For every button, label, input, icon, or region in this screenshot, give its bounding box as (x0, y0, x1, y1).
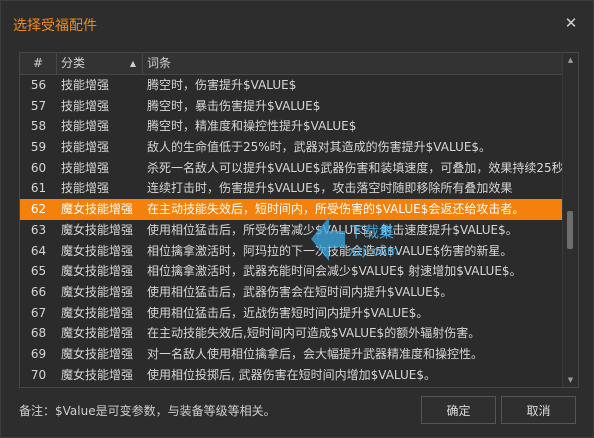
row-category: 魔女技能增强 (61, 367, 134, 382)
scroll-up-icon[interactable]: ▲ (563, 53, 578, 67)
table-row[interactable]: 58 技能增强 腾空时，精准度和操控性提升$VALUE$ (20, 116, 562, 137)
table-row[interactable]: 62 魔女技能增强 在主动技能失效后，短时间内，所受伤害的$VALUE$会返还给攻击… (20, 199, 562, 220)
footer-note: 备注：$Value是可变参数，与装备等级等相关。 (19, 404, 276, 418)
cancel-button[interactable]: 取消 (501, 396, 576, 424)
row-category: 技能增强 (61, 160, 110, 175)
row-category: 技能增强 (61, 78, 110, 92)
row-desc: 相位擒拿激活时，阿玛拉的下一次技能会造成$VALUE$伤害的新星。 (147, 243, 513, 258)
row-desc: 腾空时，精准度和操控性提升$VALUE$ (147, 119, 357, 134)
row-category: 魔女技能增强 (61, 264, 134, 279)
row-category: 魔女技能增强 (61, 202, 134, 217)
row-desc: 使用相位猛击后，近战伤害短时间内提升$VALUE$。 (147, 305, 429, 320)
row-num: 61 (30, 181, 47, 196)
row-num: 68 (30, 326, 47, 341)
table-header: # 分类 ▲ 词条 (20, 53, 562, 75)
table-row[interactable]: 56 技能增强 腾空时，伤害提升$VALUE$ (20, 75, 562, 96)
row-category: 技能增强 (61, 119, 110, 134)
table-body: 56 技能增强 腾空时，伤害提升$VALUE$ 57 技能增强 腾空时，暴击伤害提升$VA… (20, 75, 562, 387)
table-row[interactable]: 67 魔女技能增强 使用相位猛击后，近战伤害短时间内提升$VALUE$。 (20, 303, 562, 324)
row-category: 魔女技能增强 (61, 284, 134, 299)
scrollbar-thumb[interactable] (567, 211, 573, 249)
sort-ascending-icon: ▲ (129, 59, 136, 68)
ok-button[interactable]: 确定 (421, 396, 496, 424)
row-desc: 对一名敌人使用相位擒拿后，会大幅提升武器精准度和操控性。 (147, 346, 484, 361)
column-header-desc[interactable]: 词条 (143, 53, 562, 74)
row-desc: 使用相位猛击后，所受伤害减少$VALUE$，射击速度提升$VALUE$。 (147, 222, 518, 237)
row-category: 魔女技能增强 (61, 243, 134, 258)
row-desc: 腾空时，伤害提升$VALUE$ (147, 78, 297, 92)
affix-table: # 分类 ▲ 词条 56 技能增强 腾空时，伤害提升$VALUE$ 57 技能增强 腾空时… (19, 52, 579, 388)
column-header-num[interactable]: # (20, 53, 57, 74)
row-num: 57 (30, 98, 47, 113)
table-row[interactable]: 64 魔女技能增强 相位擒拿激活时，阿玛拉的下一次技能会造成$VALUE$伤害的新星… (20, 241, 562, 262)
row-desc: 在主动技能失效后,短时间内可造成$VALUE$的额外辐射伤害。 (147, 326, 481, 341)
row-desc: 使用相位投掷后, 武器伤害在短时间内增加$VALUE$。 (147, 367, 437, 382)
row-num: 67 (30, 305, 47, 320)
dialog-title: 选择受福配件 (13, 18, 97, 34)
row-desc: 连续打击时，伤害提升$VALUE$，攻击落空时随即移除所有叠加效果 (147, 181, 513, 196)
table-row[interactable]: 69 魔女技能增强 对一名敌人使用相位擒拿后，会大幅提升武器精准度和操控性。 (20, 344, 562, 365)
table-row[interactable]: 65 魔女技能增强 相位擒拿激活时，武器充能时间会减少$VALUE$ 射速增加$VA… (20, 261, 562, 282)
row-desc: 在主动技能失效后，短时间内，所受伤害的$VALUE$会返还给攻击者。 (147, 202, 525, 217)
title-bar: 选择受福配件 ✕ (1, 1, 593, 45)
row-num: 59 (30, 140, 47, 155)
row-desc: 杀死一名敌人可以提升$VALUE$武器伤害和装填速度，可叠加，效果持续25秒 (147, 160, 562, 175)
table-row[interactable]: 68 魔女技能增强 在主动技能失效后,短时间内可造成$VALUE$的额外辐射伤害。 (20, 323, 562, 344)
row-num: 58 (30, 119, 47, 134)
column-header-category-label: 分类 (61, 56, 86, 70)
row-num: 56 (30, 78, 47, 92)
row-num: 62 (30, 202, 47, 217)
column-header-category[interactable]: 分类 ▲ (57, 53, 143, 74)
row-num: 64 (30, 243, 47, 258)
table-row[interactable]: 60 技能增强 杀死一名敌人可以提升$VALUE$武器伤害和装填速度，可叠加，效果持… (20, 158, 562, 179)
table-row[interactable]: 61 技能增强 连续打击时，伤害提升$VALUE$，攻击落空时随即移除所有叠加效果 (20, 178, 562, 199)
row-category: 技能增强 (61, 98, 110, 113)
row-num: 60 (30, 160, 47, 175)
row-category: 技能增强 (61, 181, 110, 196)
row-category: 技能增强 (61, 140, 110, 155)
row-num: 69 (30, 346, 47, 361)
row-desc: 敌人的生命值低于25%时，武器对其造成的伤害提升$VALUE$。 (147, 140, 492, 155)
row-num: 66 (30, 284, 47, 299)
close-icon[interactable]: ✕ (561, 13, 581, 33)
dialog-window: 选择受福配件 ✕ # 分类 ▲ 词条 56 技能增强 腾空时，伤害提升$VALUE$… (0, 0, 594, 438)
row-category: 魔女技能增强 (61, 346, 134, 361)
row-category: 魔女技能增强 (61, 222, 134, 237)
row-desc: 腾空时，暴击伤害提升$VALUE$ (147, 98, 321, 113)
vertical-scrollbar[interactable]: ▲ ▼ (562, 53, 578, 387)
table-row[interactable]: 70 魔女技能增强 使用相位投掷后, 武器伤害在短时间内增加$VALUE$。 (20, 365, 562, 386)
table-row[interactable]: 59 技能增强 敌人的生命值低于25%时，武器对其造成的伤害提升$VALUE$。 (20, 137, 562, 158)
row-desc: 使用相位猛击后，武器伤害会在短时间内提升$VALUE$。 (147, 284, 453, 299)
table-row[interactable]: 57 技能增强 腾空时，暴击伤害提升$VALUE$ (20, 96, 562, 117)
row-num: 63 (30, 222, 47, 237)
row-num: 70 (30, 367, 47, 382)
table-row[interactable]: 66 魔女技能增强 使用相位猛击后，武器伤害会在短时间内提升$VALUE$。 (20, 282, 562, 303)
row-category: 魔女技能增强 (61, 305, 134, 320)
table-row[interactable]: 63 魔女技能增强 使用相位猛击后，所受伤害减少$VALUE$，射击速度提升$VAL… (20, 220, 562, 241)
row-category: 魔女技能增强 (61, 326, 134, 341)
scroll-down-icon[interactable]: ▼ (563, 373, 578, 387)
row-num: 65 (30, 264, 47, 279)
row-desc: 相位擒拿激活时，武器充能时间会减少$VALUE$ 射速增加$VALUE$。 (147, 264, 522, 279)
